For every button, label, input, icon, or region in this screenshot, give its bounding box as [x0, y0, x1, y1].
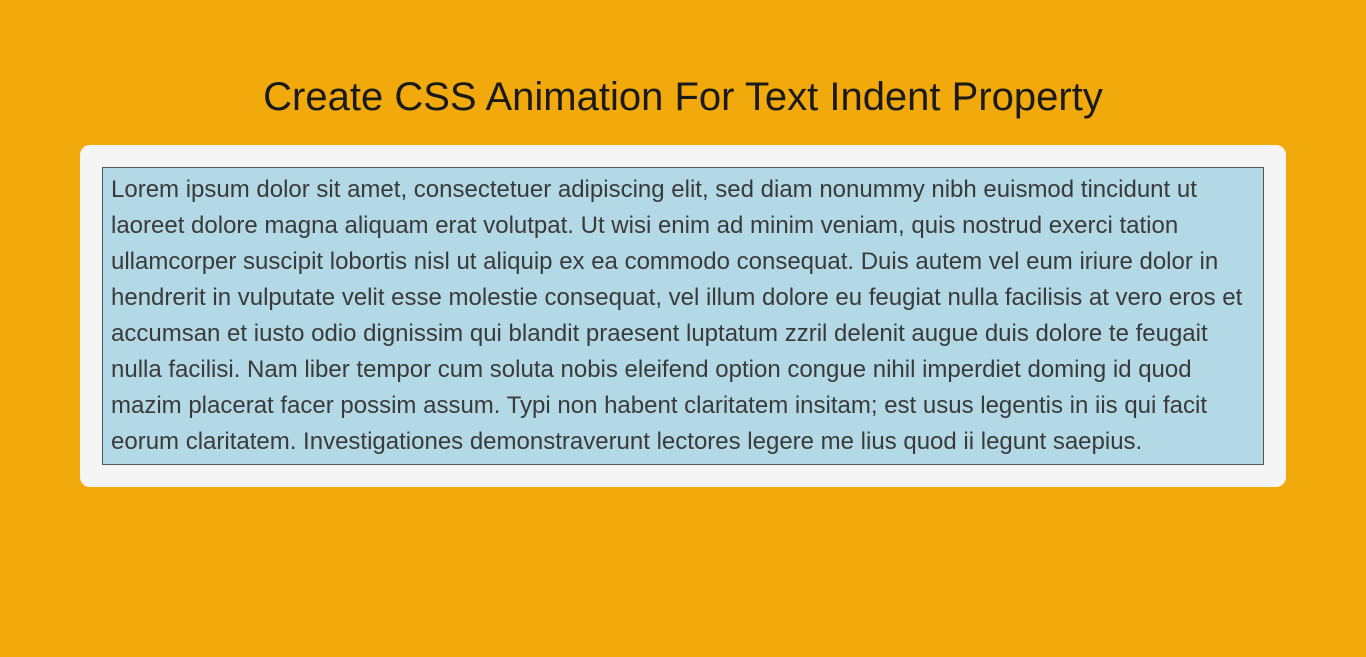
lorem-text-box: Lorem ipsum dolor sit amet, consectetuer… — [102, 167, 1264, 465]
content-panel: Lorem ipsum dolor sit amet, consectetuer… — [80, 145, 1286, 487]
page-container: Create CSS Animation For Text Indent Pro… — [0, 0, 1366, 487]
page-title: Create CSS Animation For Text Indent Pro… — [80, 0, 1286, 145]
